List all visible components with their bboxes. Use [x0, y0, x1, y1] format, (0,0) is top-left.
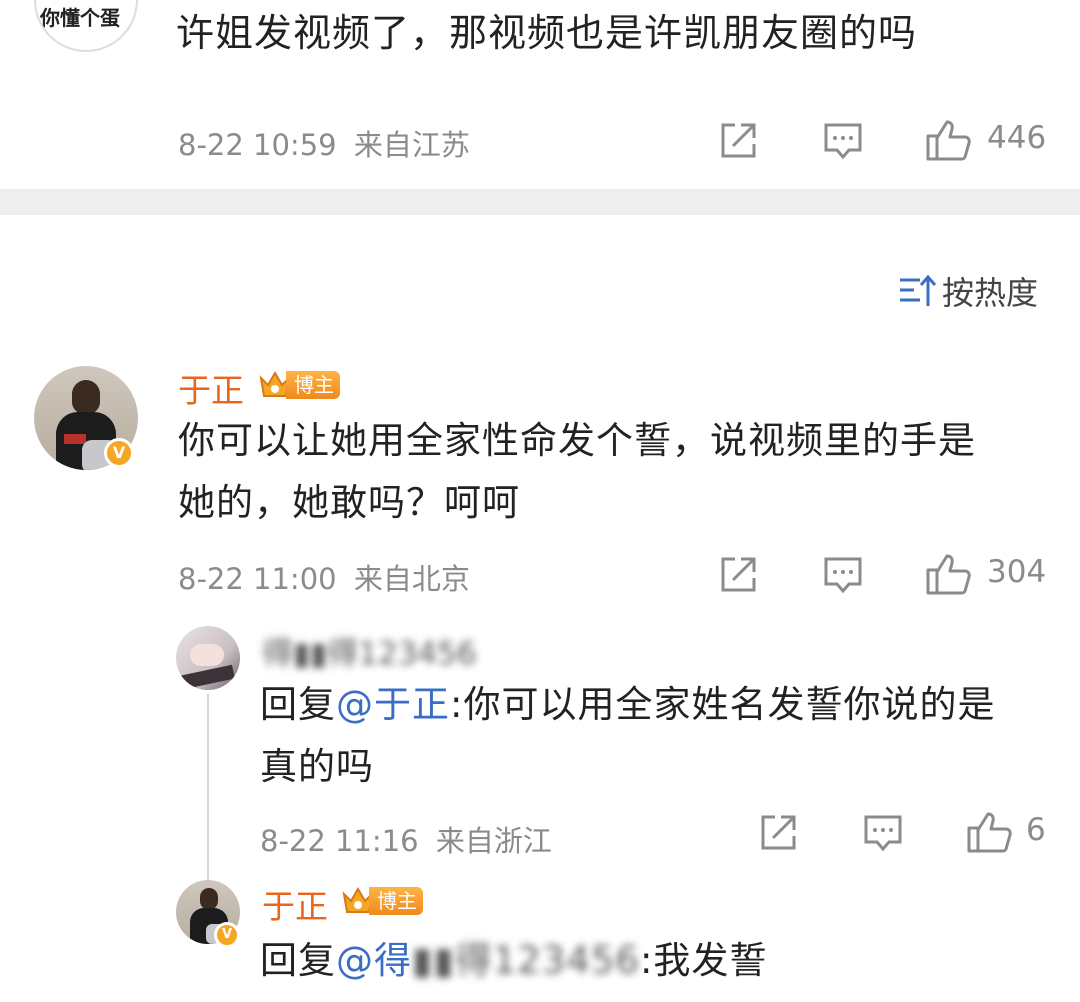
avatar[interactable] — [176, 626, 240, 690]
verified-badge-icon: V — [104, 438, 134, 468]
time: 8-22 11:16 — [260, 824, 419, 858]
blurred-username: ▮▮得123456 — [412, 939, 640, 982]
badge-label: 博主 — [286, 371, 340, 399]
mention-link[interactable]: @得 — [336, 939, 412, 982]
blogger-badge: 博主 — [341, 884, 423, 918]
reply-prefix: 回复 — [260, 939, 336, 982]
reply-text: 回复@于正:你可以用全家姓名发誓你说的是 真的吗 — [260, 674, 995, 798]
share-icon[interactable] — [759, 814, 797, 852]
username[interactable]: 得▮▮得123456 — [262, 628, 476, 673]
comment-time: 8-22 11:00 来自北京 — [178, 556, 470, 598]
reply-line: 回复@于正:你可以用全家姓名发誓你说的是 — [260, 674, 995, 736]
reply-prefix: 回复 — [260, 683, 336, 726]
time: 8-22 10:59 — [178, 128, 337, 162]
reply-line: 真的吗 — [260, 745, 374, 788]
mention-link[interactable]: @于正 — [336, 683, 450, 726]
comment-icon[interactable] — [823, 556, 863, 594]
like-icon[interactable] — [966, 810, 1012, 854]
time: 8-22 11:00 — [178, 562, 337, 596]
thread-line — [207, 694, 209, 882]
like-icon[interactable] — [925, 552, 971, 596]
reply-body: :我发誓 — [639, 939, 768, 982]
comment-time: 8-22 10:59 来自江苏 — [178, 122, 470, 164]
share-icon[interactable] — [719, 122, 757, 160]
verified-badge-icon: V — [214, 922, 240, 948]
reply-text: 回复@得▮▮得123456:我发誓 — [260, 930, 767, 992]
blogger-badge: 博主 — [258, 368, 340, 402]
avatar[interactable]: 你懂个蛋 — [34, 0, 138, 52]
like-count: 304 — [987, 554, 1047, 590]
sort-button[interactable]: 按热度 — [898, 268, 1038, 314]
comment-text: 你可以让她用全家性命发个誓，说视频里的手是 她的，她敢吗？呵呵 — [178, 410, 976, 534]
badge-label: 博主 — [369, 887, 423, 915]
comment-icon[interactable] — [863, 814, 903, 852]
avatar-label: 你懂个蛋 — [40, 6, 120, 30]
like-count: 446 — [987, 120, 1047, 156]
section-divider — [0, 189, 1080, 215]
like-count: 6 — [1026, 812, 1046, 848]
location: 来自浙江 — [435, 824, 552, 858]
comment-text: 许姐发视频了，那视频也是许凯朋友圈的吗 — [176, 11, 918, 55]
sort-icon — [898, 274, 937, 308]
comment-line: 她的，她敢吗？呵呵 — [178, 481, 520, 524]
share-icon[interactable] — [719, 556, 757, 594]
comment-icon[interactable] — [823, 122, 863, 160]
sort-label: 按热度 — [942, 274, 1039, 312]
comment-line: 你可以让她用全家性命发个誓，说视频里的手是 — [178, 419, 976, 462]
location: 来自北京 — [353, 562, 470, 596]
location: 来自江苏 — [353, 128, 470, 162]
reply-time: 8-22 11:16 来自浙江 — [260, 818, 552, 860]
reply-body: :你可以用全家姓名发誓你说的是 — [450, 683, 996, 726]
like-icon[interactable] — [925, 118, 971, 162]
username[interactable]: 于正 — [262, 880, 328, 928]
username[interactable]: 于正 — [178, 364, 244, 412]
